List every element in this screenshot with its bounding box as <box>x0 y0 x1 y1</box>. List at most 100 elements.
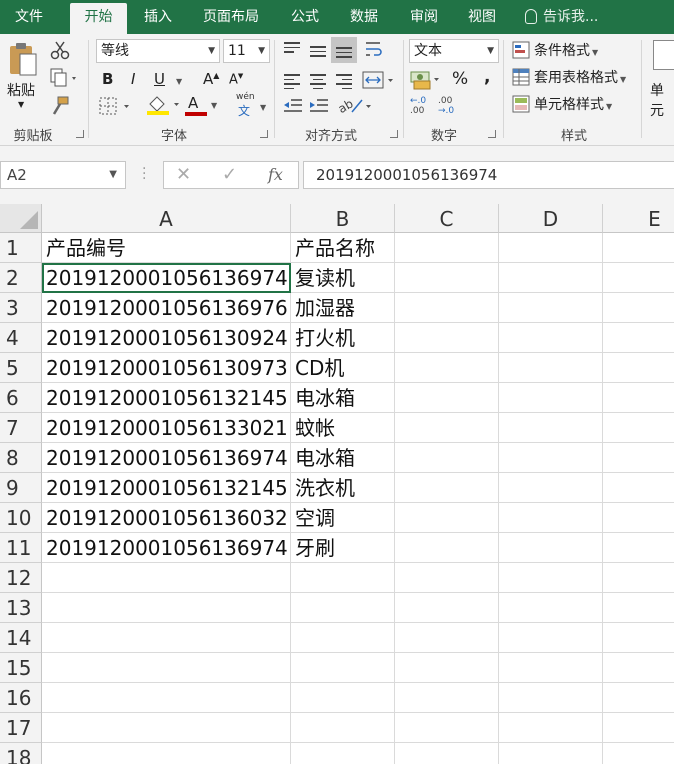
table-cell[interactable] <box>395 533 499 563</box>
currency-icon[interactable] <box>410 68 444 94</box>
table-cell[interactable]: 复读机 <box>291 263 395 293</box>
table-cell[interactable] <box>42 713 291 743</box>
font-launcher-icon[interactable] <box>260 130 268 138</box>
table-cell[interactable] <box>603 563 674 593</box>
tab-view[interactable]: 视图 <box>456 0 508 34</box>
table-cell[interactable]: 电冰箱 <box>291 383 395 413</box>
row-header[interactable]: 3 <box>0 293 42 323</box>
row-header[interactable]: 13 <box>0 593 42 623</box>
insert-function-icon[interactable]: fx <box>268 162 283 188</box>
table-cell[interactable]: 加湿器 <box>291 293 395 323</box>
font-size-combo[interactable]: 11 ▼ <box>223 39 270 63</box>
row-header[interactable]: 14 <box>0 623 42 653</box>
row-header[interactable]: 16 <box>0 683 42 713</box>
row-header[interactable]: 15 <box>0 653 42 683</box>
insert-cells-icon[interactable] <box>653 40 674 70</box>
underline-button[interactable]: U <box>154 70 165 88</box>
font-name-combo[interactable]: 等线 ▼ <box>96 39 220 63</box>
tab-data[interactable]: 数据 <box>338 0 390 34</box>
row-header[interactable]: 18 <box>0 743 42 764</box>
table-cell[interactable] <box>291 713 395 743</box>
table-cell[interactable] <box>499 263 603 293</box>
align-middle-icon[interactable] <box>310 46 326 60</box>
underline-dropdown-icon[interactable]: ▼ <box>174 72 182 88</box>
table-cell[interactable] <box>603 713 674 743</box>
table-cell[interactable]: 2019120001056136032 <box>42 503 291 533</box>
tab-review[interactable]: 审阅 <box>398 0 450 34</box>
table-cell[interactable]: 2019120001056130973 <box>42 353 291 383</box>
table-cell[interactable] <box>42 563 291 593</box>
row-header[interactable]: 8 <box>0 443 42 473</box>
row-header[interactable]: 11 <box>0 533 42 563</box>
align-top-icon[interactable] <box>284 42 300 56</box>
column-header-b[interactable]: B <box>291 204 395 233</box>
table-cell[interactable] <box>395 443 499 473</box>
increase-decimal-button[interactable]: ←.0 .00 <box>410 96 434 116</box>
decrease-indent-icon[interactable] <box>282 96 304 120</box>
table-cell[interactable] <box>395 323 499 353</box>
table-cell[interactable] <box>291 683 395 713</box>
table-cell[interactable]: 打火机 <box>291 323 395 353</box>
table-cell[interactable] <box>395 683 499 713</box>
table-cell[interactable] <box>603 503 674 533</box>
table-cell[interactable] <box>499 593 603 623</box>
row-header[interactable]: 17 <box>0 713 42 743</box>
paste-icon[interactable] <box>8 42 37 76</box>
table-cell[interactable] <box>291 563 395 593</box>
border-icon[interactable] <box>98 96 134 120</box>
table-cell[interactable] <box>395 653 499 683</box>
table-cell[interactable] <box>499 383 603 413</box>
percent-button[interactable]: % <box>452 69 468 89</box>
increase-indent-icon[interactable] <box>308 96 330 120</box>
cut-icon[interactable] <box>50 40 70 64</box>
table-cell[interactable] <box>395 623 499 653</box>
align-center-icon[interactable] <box>310 74 326 92</box>
decrease-decimal-button[interactable]: .00 →.0 <box>438 96 462 116</box>
number-format-combo[interactable]: 文本 ▼ <box>409 39 499 63</box>
tab-file[interactable]: 文件 <box>0 0 58 34</box>
table-cell[interactable]: 2019120001056130924 <box>42 323 291 353</box>
table-cell[interactable] <box>499 533 603 563</box>
clipboard-launcher-icon[interactable] <box>76 130 84 138</box>
table-cell[interactable]: CD机 <box>291 353 395 383</box>
row-header[interactable]: 12 <box>0 563 42 593</box>
table-cell[interactable]: 2019120001056132145 <box>42 383 291 413</box>
table-cell[interactable] <box>499 743 603 764</box>
table-cell[interactable] <box>42 653 291 683</box>
table-cell[interactable]: 牙刷 <box>291 533 395 563</box>
row-header[interactable]: 1 <box>0 233 42 263</box>
formula-bar-grip-icon[interactable]: · · · <box>142 162 146 186</box>
format-painter-icon[interactable] <box>50 96 70 120</box>
table-cell[interactable] <box>499 653 603 683</box>
table-cell[interactable] <box>499 323 603 353</box>
table-cell[interactable]: 2019120001056136974 <box>42 263 291 293</box>
align-left-icon[interactable] <box>284 74 300 92</box>
table-cell[interactable] <box>603 293 674 323</box>
row-header[interactable]: 5 <box>0 353 42 383</box>
table-cell[interactable] <box>603 653 674 683</box>
table-cell[interactable] <box>499 353 603 383</box>
phonetic-top[interactable]: wén <box>236 92 255 102</box>
table-cell[interactable]: 2019120001056136974 <box>42 533 291 563</box>
table-cell[interactable] <box>499 473 603 503</box>
table-cell[interactable]: 2019120001056136976 <box>42 293 291 323</box>
table-cell[interactable] <box>395 743 499 764</box>
fill-color-icon[interactable] <box>146 94 182 120</box>
font-color-dropdown-icon[interactable]: ▼ <box>209 96 217 112</box>
wrap-text-icon[interactable] <box>364 40 386 64</box>
table-cell[interactable] <box>603 323 674 353</box>
orientation-icon[interactable]: ab <box>336 94 376 120</box>
table-cell[interactable] <box>42 683 291 713</box>
shrink-font-button[interactable]: A▼ <box>229 72 243 87</box>
table-cell[interactable] <box>603 353 674 383</box>
table-cell[interactable]: 洗衣机 <box>291 473 395 503</box>
phonetic-dropdown-icon[interactable]: ▼ <box>258 98 266 114</box>
table-cell[interactable] <box>42 593 291 623</box>
table-cell[interactable]: 2019120001056133021 <box>42 413 291 443</box>
table-cell[interactable]: 2019120001056136974 <box>42 443 291 473</box>
paste-dropdown-icon[interactable]: ▼ <box>18 100 24 109</box>
table-format-icon[interactable] <box>512 68 530 90</box>
tab-formulas[interactable]: 公式 <box>278 0 332 34</box>
font-color-button[interactable]: A <box>188 94 198 112</box>
table-cell[interactable] <box>499 413 603 443</box>
